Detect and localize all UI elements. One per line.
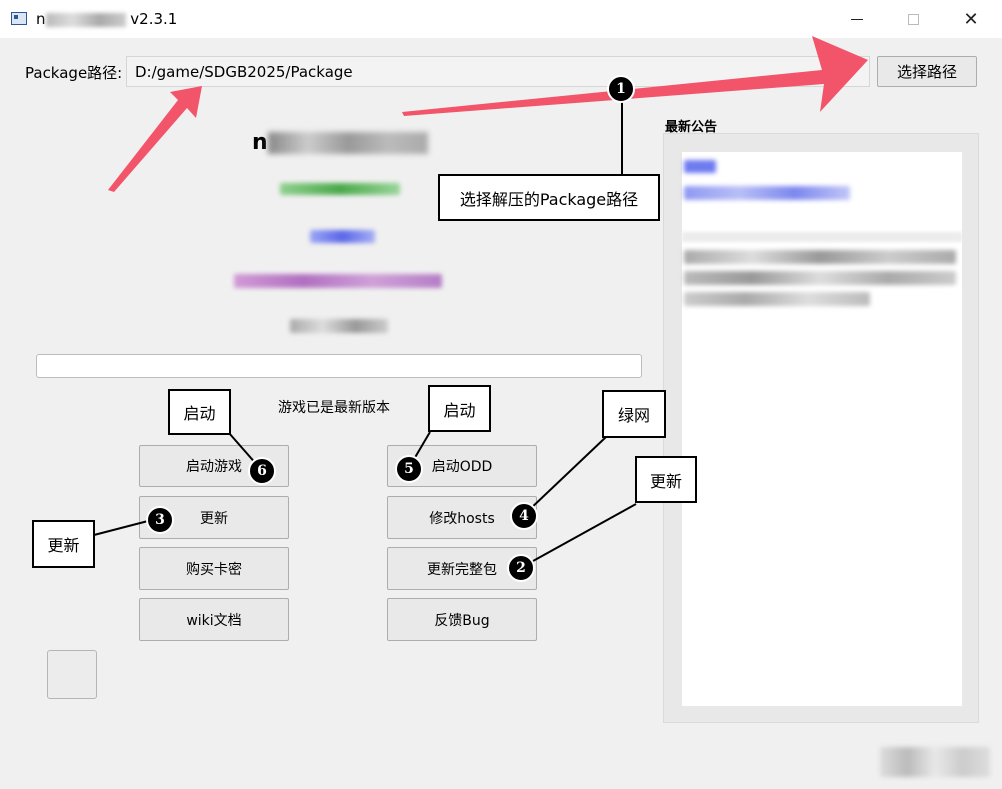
marker-6: 6 [248, 457, 276, 485]
close-button[interactable]: ✕ [942, 0, 1000, 38]
notice-separator [682, 232, 962, 242]
notice-line-redacted [684, 271, 956, 285]
notice-line-redacted [684, 160, 716, 173]
notice-line-redacted [684, 292, 870, 306]
app-icon [11, 12, 27, 25]
minimize-button[interactable] [828, 0, 886, 38]
minimize-icon [851, 18, 863, 20]
app-info-redacted [234, 274, 442, 288]
callout-select-path: 选择解压的Package路径 [438, 174, 660, 221]
extra-square-button[interactable] [47, 650, 97, 699]
callout-green-net: 绿网 [602, 390, 666, 438]
title-redacted [45, 12, 126, 27]
window-title: n v2.3.1 [36, 10, 177, 28]
app-link-redacted [310, 230, 375, 243]
marker-1: 1 [607, 75, 635, 103]
marker-2: 2 [507, 554, 535, 582]
marker-4: 4 [510, 502, 538, 530]
title-version: v2.3.1 [130, 10, 178, 28]
feedback-button[interactable]: 反馈Bug [387, 598, 537, 641]
leader-line-4 [527, 436, 607, 512]
arrow-to-path-input [108, 86, 202, 192]
callout-start-right: 启动 [428, 385, 491, 432]
app-version-redacted [290, 319, 388, 333]
package-path-input[interactable]: D:/game/SDGB2025/Package [126, 56, 870, 87]
title-bar: n v2.3.1 ✕ [0, 0, 1002, 38]
maximize-icon [907, 13, 919, 25]
callout-update-right: 更新 [635, 456, 697, 503]
maximize-button[interactable] [884, 0, 942, 38]
callout-update-left: 更新 [32, 520, 95, 568]
progress-bar [36, 354, 642, 378]
app-subtitle-redacted [280, 183, 400, 195]
marker-5: 5 [395, 455, 423, 483]
leader-line-2 [523, 503, 637, 567]
package-path-label: Package路径: [25, 64, 123, 82]
marker-3: 3 [146, 506, 174, 534]
status-text: 游戏已是最新版本 [278, 400, 390, 416]
app-name: n [252, 130, 428, 155]
callout-start-left: 启动 [168, 389, 231, 435]
footer-status-redacted [880, 747, 990, 777]
app-name-prefix: n [252, 130, 268, 155]
buy-key-button[interactable]: 购买卡密 [139, 547, 289, 590]
wiki-button[interactable]: wiki文档 [139, 598, 289, 641]
notice-line-redacted [684, 186, 850, 200]
title-prefix: n [36, 10, 46, 28]
select-path-button[interactable]: 选择路径 [877, 56, 977, 87]
notice-line-redacted [684, 250, 956, 264]
app-name-redacted [267, 132, 428, 154]
close-icon: ✕ [963, 8, 979, 30]
